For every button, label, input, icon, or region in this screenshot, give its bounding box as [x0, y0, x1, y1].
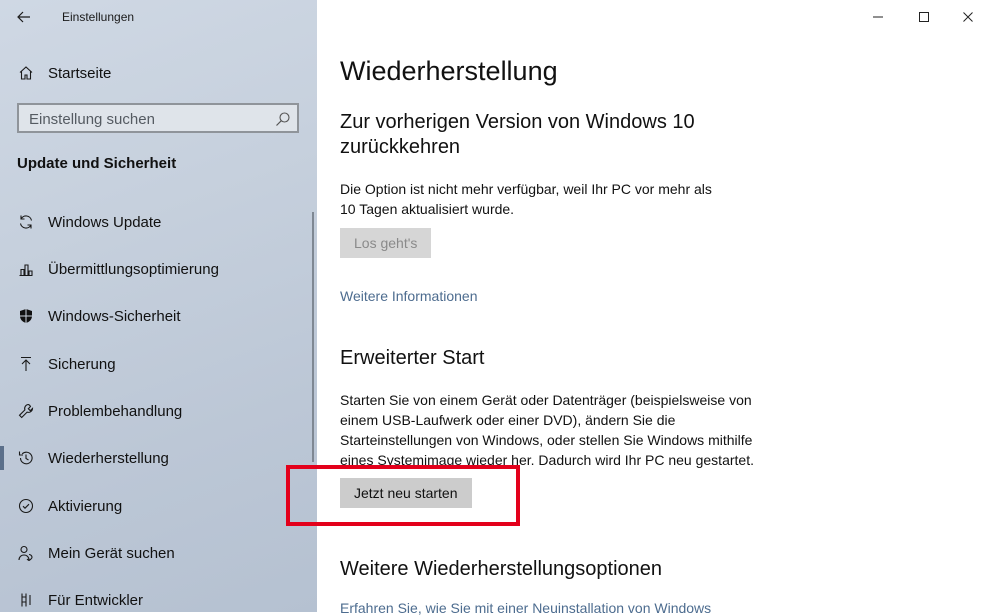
search-input[interactable]: Einstellung suchen: [17, 103, 299, 133]
wrench-icon: [16, 401, 36, 421]
highlight-box: [286, 465, 520, 526]
sidebar-item-label: Sicherung: [48, 356, 116, 373]
minimize-icon: [873, 16, 883, 18]
advanced-start-description-line3: Starteinstellungen von Windows, oder ste…: [340, 432, 753, 448]
get-started-button[interactable]: Los geht's: [340, 228, 432, 258]
page-title: Wiederherstellung: [340, 56, 558, 86]
back-button[interactable]: [10, 5, 38, 29]
minimize-button[interactable]: [855, 4, 901, 30]
fresh-install-link[interactable]: Erfahren Sie, wie Sie mit einer Neuinsta…: [340, 600, 711, 616]
search-icon[interactable]: [275, 111, 291, 127]
sidebar-item-troubleshoot[interactable]: Problembehandlung: [0, 391, 317, 431]
search-placeholder: Einstellung suchen: [29, 111, 155, 128]
sidebar-item-recovery[interactable]: Wiederherstellung: [0, 438, 317, 478]
rollback-description-line1: Die Option ist nicht mehr verfügbar, wei…: [340, 181, 712, 197]
sidebar-item-label: Für Entwickler: [48, 592, 144, 609]
section-title: Update und Sicherheit: [17, 155, 177, 172]
sidebar-item-home[interactable]: Startseite: [0, 56, 317, 90]
maximize-icon: [919, 12, 929, 22]
sidebar-item-windows-security[interactable]: Windows-Sicherheit: [0, 296, 317, 336]
sidebar-item-backup[interactable]: Sicherung: [0, 344, 317, 384]
sidebar-item-find-my-device[interactable]: Mein Gerät suchen: [0, 533, 317, 573]
home-icon: [16, 63, 36, 83]
developer-icon: [16, 590, 36, 610]
advanced-start-description-line2: einem USB-Laufwerk oder einer DVD), ände…: [340, 412, 676, 428]
sidebar-item-delivery-optimization[interactable]: Übermittlungsoptimierung: [0, 249, 317, 289]
title-bar: Einstellungen: [0, 0, 317, 34]
sidebar-item-activation[interactable]: Aktivierung: [0, 486, 317, 526]
sidebar-item-developers[interactable]: Für Entwickler: [0, 580, 317, 612]
advanced-start-description-line1: Starten Sie von einem Gerät oder Datentr…: [340, 392, 752, 408]
more-info-link[interactable]: Weitere Informationen: [340, 288, 477, 304]
rollback-description-line2: 10 Tagen aktualisiert wurde.: [340, 201, 515, 217]
sidebar-item-label: Windows-Sicherheit: [48, 308, 181, 325]
person-location-icon: [16, 543, 36, 563]
backup-arrow-icon: [16, 354, 36, 374]
back-arrow-icon: [17, 11, 30, 23]
section-heading-rollback-line2: zurückkehren: [340, 136, 461, 158]
sync-icon: [16, 212, 36, 232]
close-button[interactable]: [945, 4, 991, 30]
section-heading-more-recovery-options: Weitere Wiederherstellungsoptionen: [340, 558, 663, 580]
selection-indicator: [0, 446, 4, 470]
sidebar-item-label: Aktivierung: [48, 498, 123, 515]
sidebar-item-label: Startseite: [48, 65, 112, 82]
shield-icon: [16, 306, 36, 326]
sidebar-item-label: Wiederherstellung: [48, 450, 169, 467]
close-icon: [963, 12, 973, 22]
sidebar-item-label: Mein Gerät suchen: [48, 545, 175, 562]
section-heading-advanced-start: Erweiterter Start: [340, 347, 485, 369]
sidebar-item-label: Problembehandlung: [48, 403, 183, 420]
sidebar-item-label: Windows Update: [48, 214, 162, 231]
sidebar-scrollbar[interactable]: [312, 212, 314, 462]
app-title: Einstellungen: [62, 10, 135, 24]
delivery-icon: [16, 259, 36, 279]
maximize-button[interactable]: [901, 4, 947, 30]
sidebar-item-windows-update[interactable]: Windows Update: [0, 202, 317, 242]
history-icon: [16, 448, 36, 468]
sidebar-item-label: Übermittlungsoptimierung: [48, 261, 219, 278]
check-circle-icon: [16, 496, 36, 516]
sidebar: Einstellungen Startseite Einstellung suc…: [0, 0, 317, 612]
